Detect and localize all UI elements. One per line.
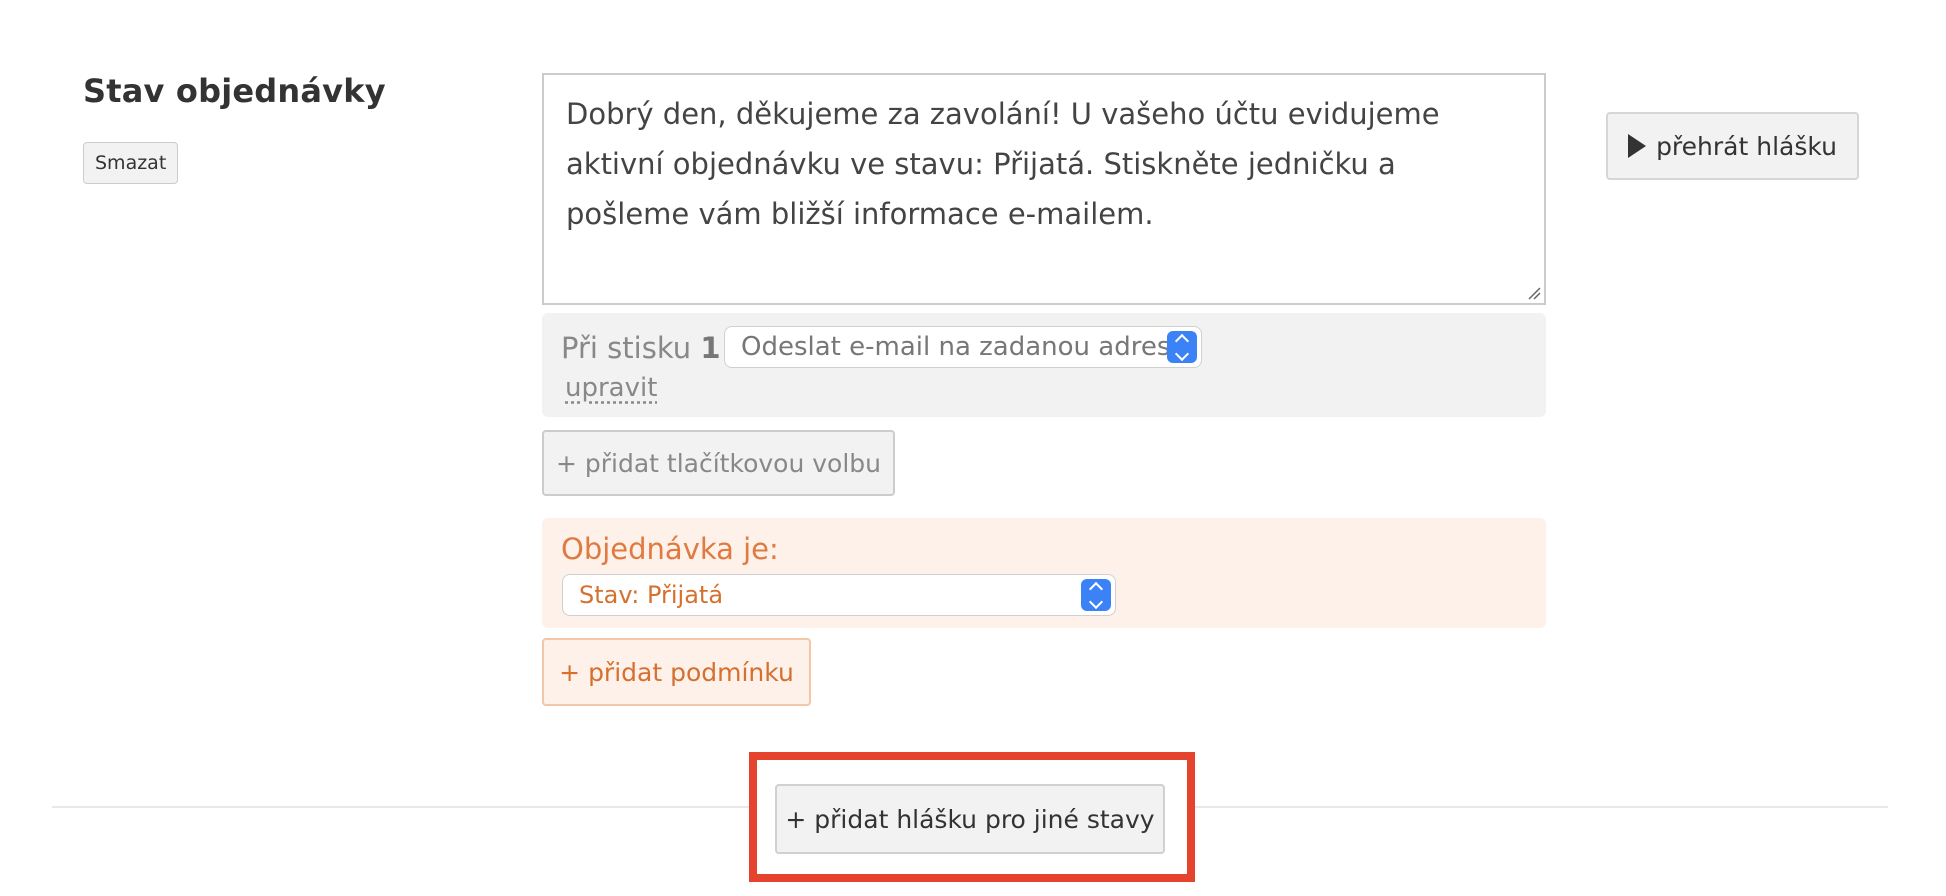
status-select-value: Stav: Přijatá	[579, 581, 724, 609]
add-key-option-button[interactable]: + přidat tlačítkovou volbu	[542, 430, 895, 496]
select-arrows-icon	[1167, 331, 1197, 363]
edit-link[interactable]: upravit	[565, 373, 657, 403]
keypress-option-panel: Při stisku 1 Odeslat e-mail na zadanou a…	[542, 313, 1546, 417]
message-textarea[interactable]: Dobrý den, děkujeme za zavolání! U vašeh…	[542, 73, 1546, 305]
action-select-value: Odeslat e-mail na zadanou adresu	[741, 332, 1187, 362]
play-label: přehrát hlášku	[1656, 131, 1837, 161]
keypress-label: Při stisku 1	[561, 328, 721, 368]
add-condition-button[interactable]: + přidat podmínku	[542, 638, 811, 706]
section-title: Stav objednávky	[83, 72, 386, 110]
condition-label: Objednávka je:	[561, 532, 779, 566]
add-message-button[interactable]: + přidat hlášku pro jiné stavy	[775, 784, 1165, 854]
play-message-button[interactable]: přehrát hlášku	[1606, 112, 1859, 180]
select-arrows-icon	[1081, 579, 1111, 611]
play-icon	[1628, 134, 1647, 158]
delete-button[interactable]: Smazat	[83, 142, 179, 184]
resize-handle-icon[interactable]	[1527, 286, 1541, 300]
status-select[interactable]: Stav: Přijatá	[562, 574, 1116, 616]
action-select[interactable]: Odeslat e-mail na zadanou adresu	[724, 326, 1202, 368]
keypress-prefix: Při stisku	[561, 331, 692, 365]
keypress-key: 1	[700, 331, 721, 365]
message-text: Dobrý den, děkujeme za zavolání! U vašeh…	[566, 97, 1440, 231]
condition-panel: Objednávka je: Stav: Přijatá	[542, 518, 1546, 628]
